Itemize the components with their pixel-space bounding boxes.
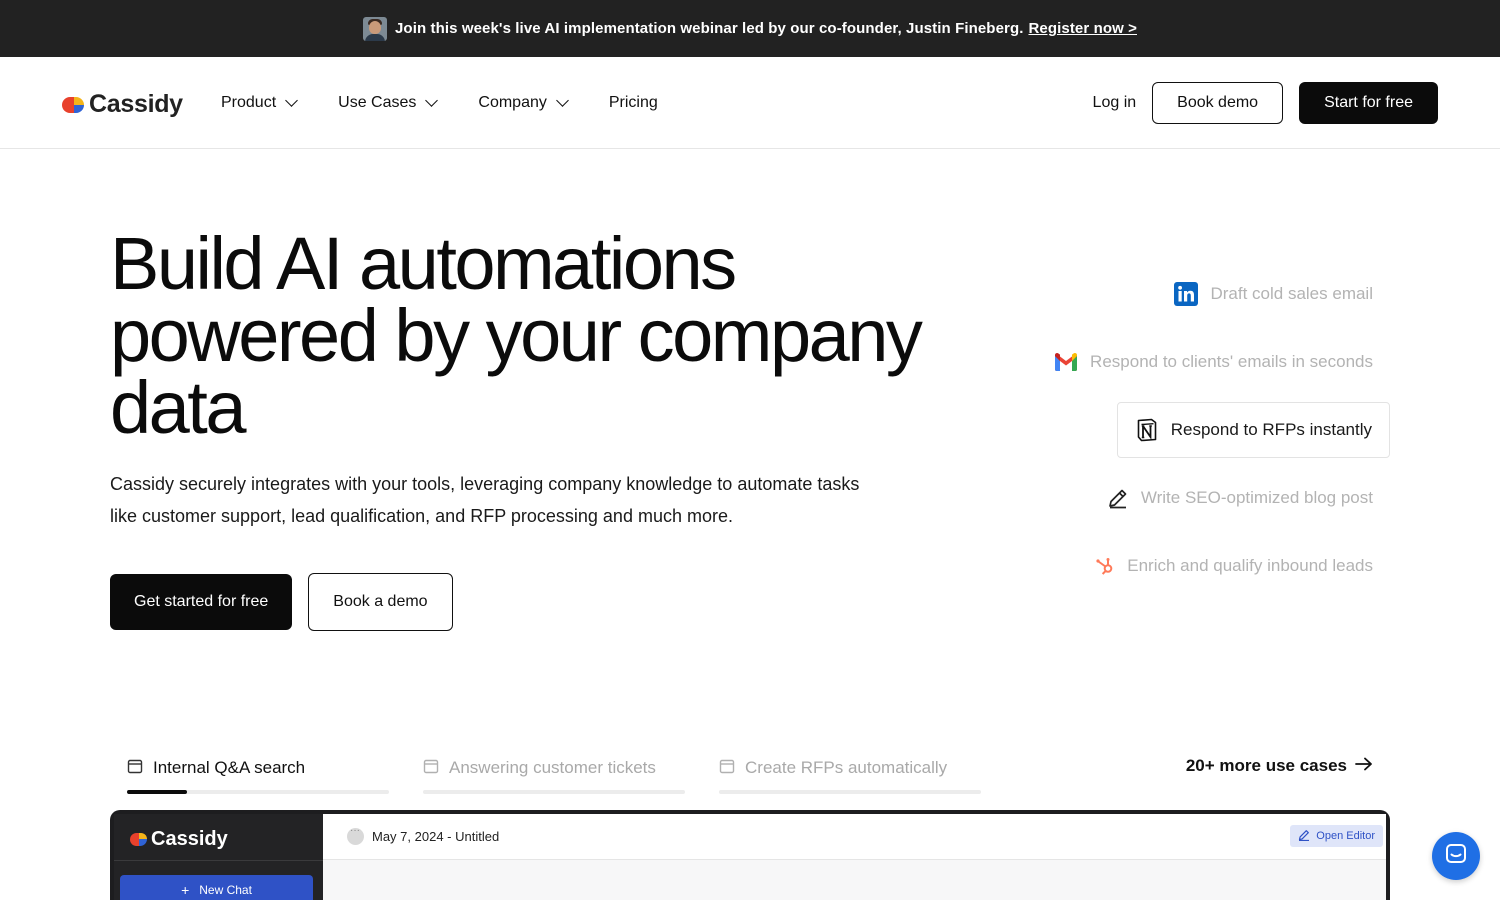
chat-launcher-button[interactable] — [1432, 832, 1480, 880]
notion-icon — [1135, 418, 1159, 442]
tab-label: Internal Q&A search — [153, 758, 306, 777]
nav-item-label: Pricing — [608, 94, 658, 111]
open-editor-button[interactable]: Open Editor — [1290, 825, 1383, 847]
tab-label-row: Create RFPs automatically — [719, 750, 981, 786]
hero-cta-group: Get started for free Book a demo — [110, 573, 453, 631]
app-topbar: May 7, 2024 - Untitled Open Editor — [323, 814, 1386, 860]
tab-label-row: Internal Q&A search — [127, 750, 389, 786]
more-use-cases-label: 20+ more use cases — [1185, 756, 1347, 775]
banner-text: Join this week's live AI implementation … — [394, 20, 1024, 37]
app-preview: Cassidy + New Chat May 7, 2024 - Untitle… — [110, 810, 1390, 900]
open-editor-label: Open Editor — [1316, 830, 1375, 842]
app-logo: Cassidy — [130, 828, 228, 851]
nav-item-label: Product — [221, 94, 277, 111]
cassidy-logo-icon — [62, 94, 86, 116]
tab-progress-track — [719, 790, 981, 794]
tab-progress-track — [423, 790, 685, 794]
start-free-button[interactable]: Start for free — [1299, 82, 1438, 124]
nav-item-label: Company — [478, 94, 547, 111]
tab-label: Create RFPs automatically — [745, 758, 948, 777]
pencil-icon — [1107, 487, 1129, 509]
nav-item-company[interactable]: Company — [478, 94, 569, 112]
arrow-right-icon — [1355, 756, 1373, 776]
main-nav: Cassidy Product Use Cases Company Pricin… — [0, 57, 1500, 149]
hero-subtitle: Cassidy securely integrates with your to… — [110, 474, 860, 526]
cassidy-logo[interactable]: Cassidy — [62, 90, 183, 119]
doc-title-text: May 7, 2024 - Untitled — [372, 829, 500, 844]
nav-actions: Log in Book demo Start for free — [1093, 82, 1438, 124]
app-main: May 7, 2024 - Untitled Open Editor — [323, 814, 1386, 900]
tab-progress-track — [127, 790, 389, 794]
gmail-icon — [1054, 353, 1078, 371]
use-case-label: Enrich and qualify inbound leads — [1127, 556, 1373, 575]
announcement-banner: Join this week's live AI implementation … — [0, 0, 1500, 57]
use-case-label: Write SEO-optimized blog post — [1140, 488, 1373, 507]
new-chat-button[interactable]: + New Chat — [120, 875, 313, 900]
chevron-down-icon — [425, 94, 439, 107]
hero-title: Build AI automations powered by your com… — [110, 222, 923, 449]
use-case-label: Draft cold sales email — [1210, 284, 1373, 303]
more-use-cases-link[interactable]: 20+ more use cases — [1186, 756, 1373, 776]
avatar — [362, 16, 387, 41]
use-case-item-active[interactable]: Respond to RFPs instantly — [1116, 402, 1390, 458]
chat-icon — [1444, 842, 1468, 871]
nav-item-pricing[interactable]: Pricing — [609, 94, 658, 112]
calendar-icon — [423, 758, 439, 779]
chat-bubble-icon — [347, 825, 364, 845]
login-link[interactable]: Log in — [1093, 94, 1137, 112]
register-link[interactable]: Register now > — [1028, 20, 1137, 37]
app-sidebar: Cassidy + New Chat — [114, 814, 323, 900]
use-case-label: Respond to clients' emails in seconds — [1090, 352, 1373, 371]
use-case-item[interactable]: Enrich and qualify inbound leads — [1095, 538, 1373, 594]
logo-wordmark: Cassidy — [89, 90, 183, 118]
new-chat-label: New Chat — [199, 883, 252, 897]
app-logo-wordmark: Cassidy — [151, 828, 228, 850]
sidebar-divider — [114, 860, 323, 861]
tab-internal-qa-search[interactable]: Internal Q&A search — [127, 750, 389, 794]
linkedin-icon — [1174, 282, 1199, 306]
nav-item-product[interactable]: Product — [221, 94, 299, 112]
tab-label: Answering customer tickets — [449, 758, 656, 777]
use-case-item[interactable]: Write SEO-optimized blog post — [1107, 470, 1373, 526]
plus-icon: + — [181, 882, 190, 898]
tab-answering-customer-tickets[interactable]: Answering customer tickets — [423, 750, 685, 794]
tab-create-rfps-automatically[interactable]: Create RFPs automatically — [719, 750, 981, 794]
cassidy-logo-icon — [130, 831, 148, 848]
pen-icon — [1298, 829, 1310, 844]
calendar-icon — [127, 758, 143, 779]
use-case-label: Respond to RFPs instantly — [1170, 420, 1372, 439]
nav-item-use-cases[interactable]: Use Cases — [338, 94, 439, 112]
chevron-down-icon — [556, 94, 569, 107]
hubspot-icon — [1095, 556, 1115, 576]
nav-links: Product Use Cases Company Pricing — [221, 57, 700, 149]
chevron-down-icon — [285, 94, 299, 107]
tab-label-row: Answering customer tickets — [423, 750, 685, 786]
book-demo-button[interactable]: Book demo — [1152, 82, 1284, 124]
calendar-icon — [719, 758, 735, 779]
get-started-button[interactable]: Get started for free — [110, 574, 293, 630]
use-case-item[interactable]: Respond to clients' emails in seconds — [1054, 334, 1373, 390]
book-a-demo-button[interactable]: Book a demo — [308, 573, 453, 631]
use-case-item[interactable]: Draft cold sales email — [1174, 266, 1373, 322]
doc-title: May 7, 2024 - Untitled — [347, 825, 500, 845]
tab-progress-fill — [127, 790, 188, 794]
nav-item-label: Use Cases — [338, 94, 417, 111]
